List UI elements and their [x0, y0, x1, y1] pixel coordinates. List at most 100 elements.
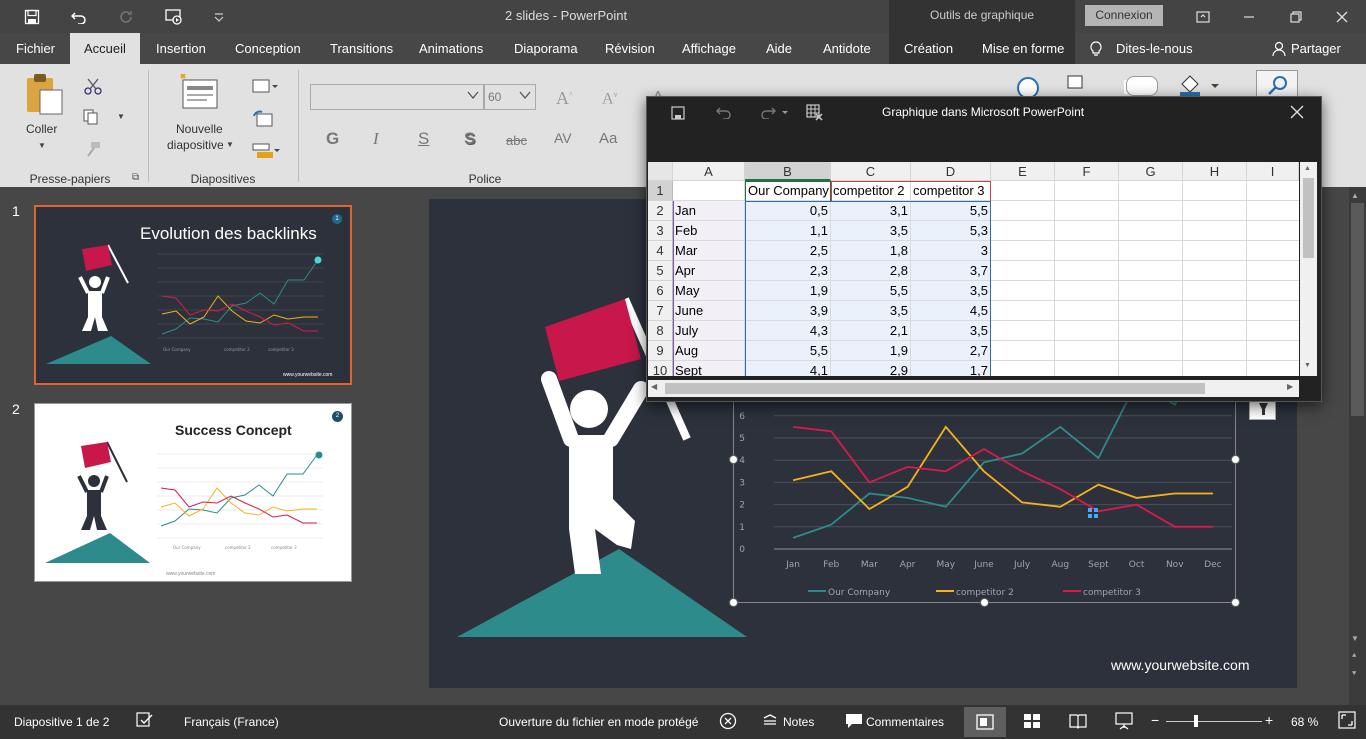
fit-to-window-icon[interactable]: [1338, 711, 1356, 729]
tell-me-search[interactable]: Dites-le-nous: [1116, 33, 1193, 64]
zoom-slider-thumb[interactable]: [1194, 715, 1198, 727]
underline-icon[interactable]: S: [418, 129, 429, 149]
layout-icon[interactable]: [252, 78, 278, 94]
ribbon-display-icon[interactable]: [1190, 5, 1216, 29]
spelling-check-icon[interactable]: [136, 712, 154, 728]
copy-icon[interactable]: [82, 108, 100, 126]
column-header-a[interactable]: A: [673, 162, 745, 181]
resize-handle[interactable]: [1231, 455, 1240, 464]
shape-fill-icon[interactable]: [1178, 72, 1222, 96]
next-slide-icon[interactable]: ⯆: [1351, 669, 1357, 679]
zoom-in-icon[interactable]: +: [1265, 712, 1273, 728]
datasheet-undo-icon[interactable]: [716, 105, 732, 119]
grow-font-icon[interactable]: A^: [556, 88, 573, 109]
tab-transitions[interactable]: Transitions: [330, 33, 393, 64]
legend-label[interactable]: competitor 3: [1083, 588, 1141, 598]
bold-icon[interactable]: G: [326, 129, 339, 149]
tab-fichier[interactable]: Fichier: [16, 33, 55, 64]
normal-view-button[interactable]: [964, 707, 1006, 737]
row-header[interactable]: 4: [648, 241, 673, 261]
tab-antidote[interactable]: Antidote: [823, 33, 871, 64]
paste-dropdown-icon[interactable]: ▼: [38, 141, 46, 150]
tab-animations[interactable]: Animations: [419, 33, 483, 64]
tab-accueil[interactable]: Accueil: [70, 33, 140, 64]
font-size-dropdown-icon[interactable]: [519, 90, 531, 100]
notes-button[interactable]: Notes: [783, 715, 814, 729]
slide-thumbnail-2[interactable]: Our Company competitor 2 competitor 3 Succ…: [34, 403, 352, 582]
cut-icon[interactable]: [84, 77, 102, 95]
column-header-e[interactable]: E: [991, 162, 1055, 181]
column-header-b[interactable]: B: [745, 162, 831, 181]
notes-icon[interactable]: [763, 714, 777, 726]
font-name-input[interactable]: [310, 84, 484, 110]
paste-label[interactable]: Coller: [26, 122, 57, 136]
save-icon[interactable]: [19, 5, 45, 29]
row-header[interactable]: 5: [648, 261, 673, 281]
change-case-icon[interactable]: Aa: [599, 130, 617, 147]
shapes-icon[interactable]: [988, 72, 1128, 96]
previous-slide-icon[interactable]: ⯅: [1351, 651, 1357, 661]
datasheet-scroll-left-icon[interactable]: ◀: [651, 382, 657, 391]
row-header[interactable]: 8: [648, 321, 673, 341]
start-slideshow-icon[interactable]: [161, 5, 187, 29]
datasheet-close-icon[interactable]: [1290, 105, 1304, 119]
column-header-c[interactable]: C: [831, 162, 911, 181]
close-icon[interactable]: [1329, 5, 1355, 29]
reading-view-icon[interactable]: [1069, 713, 1087, 729]
column-header-g[interactable]: G: [1119, 162, 1183, 181]
select-all-corner[interactable]: [648, 162, 673, 181]
new-slide-dropdown-icon[interactable]: ▼: [226, 140, 234, 149]
tab-diaporama[interactable]: Diaporama: [514, 33, 578, 64]
shadow-icon[interactable]: S: [464, 129, 475, 149]
column-header-f[interactable]: F: [1055, 162, 1119, 181]
edit-in-excel-icon[interactable]: [806, 104, 824, 122]
datasheet-save-icon[interactable]: [670, 105, 686, 121]
row-header[interactable]: 10: [648, 361, 673, 376]
datasheet-hscroll-thumb[interactable]: [665, 383, 1205, 394]
paste-icon[interactable]: [24, 72, 64, 116]
datasheet-scroll-down-icon[interactable]: ▼: [1304, 362, 1311, 369]
line-chart[interactable]: 0 1 2 3 4 5 6 Jan Feb Mar Apr May June July Aug Sept Oc…: [733, 401, 1237, 603]
format-painter-icon[interactable]: [84, 140, 102, 158]
shrink-font-icon[interactable]: Av: [602, 90, 618, 108]
new-slide-label-2[interactable]: diapositive: [167, 138, 224, 152]
legend-label[interactable]: competitor 2: [956, 588, 1014, 598]
spreadsheet-grid[interactable]: A B C D E F G H I 1 Our Company competit…: [648, 162, 1299, 376]
tab-aide[interactable]: Aide: [766, 33, 792, 64]
tab-revision[interactable]: Révision: [605, 33, 655, 64]
comments-icon[interactable]: [845, 713, 863, 729]
resize-handle[interactable]: [729, 455, 738, 464]
reset-slide-icon[interactable]: [252, 110, 274, 128]
language-indicator[interactable]: Français (France): [184, 715, 279, 729]
resize-handle[interactable]: [729, 598, 738, 607]
datasheet-scroll-right-icon[interactable]: ▶: [1287, 382, 1293, 391]
redo-icon[interactable]: [113, 5, 139, 29]
tab-insertion[interactable]: Insertion: [156, 33, 206, 64]
new-slide-label[interactable]: Nouvelle: [176, 122, 223, 136]
scrollbar-thumb[interactable]: [1351, 203, 1364, 416]
row-header[interactable]: 1: [648, 181, 673, 201]
slide-thumbnail-1[interactable]: Our Company competitor 2 competitor 3 Evol…: [34, 205, 352, 385]
scroll-down-icon[interactable]: ▼: [1351, 634, 1359, 643]
datasheet-redo-icon[interactable]: [760, 105, 788, 119]
clipboard-launcher-icon[interactable]: ⧉: [132, 172, 139, 183]
tab-affichage[interactable]: Affichage: [682, 33, 736, 64]
font-name-dropdown-icon[interactable]: [467, 90, 479, 100]
row-header[interactable]: 9: [648, 341, 673, 361]
share-button[interactable]: Partager: [1291, 33, 1341, 64]
tab-creation[interactable]: Création: [904, 33, 953, 64]
customize-qat-icon[interactable]: [206, 5, 232, 29]
comments-button[interactable]: Commentaires: [866, 715, 944, 729]
shape-style-icon[interactable]: [1126, 76, 1158, 96]
resize-handle[interactable]: [1231, 598, 1240, 607]
series-line-1[interactable]: [792, 425, 1213, 511]
section-icon[interactable]: [252, 142, 280, 160]
italic-icon[interactable]: I: [373, 129, 379, 149]
zoom-level[interactable]: 68 %: [1291, 715, 1318, 729]
column-header-i[interactable]: I: [1247, 162, 1299, 181]
column-header-d[interactable]: D: [911, 162, 991, 181]
strikethrough-icon[interactable]: abc: [506, 133, 527, 148]
cell-a1[interactable]: [674, 181, 744, 201]
series-line-2[interactable]: [792, 426, 1213, 528]
tab-conception[interactable]: Conception: [235, 33, 301, 64]
